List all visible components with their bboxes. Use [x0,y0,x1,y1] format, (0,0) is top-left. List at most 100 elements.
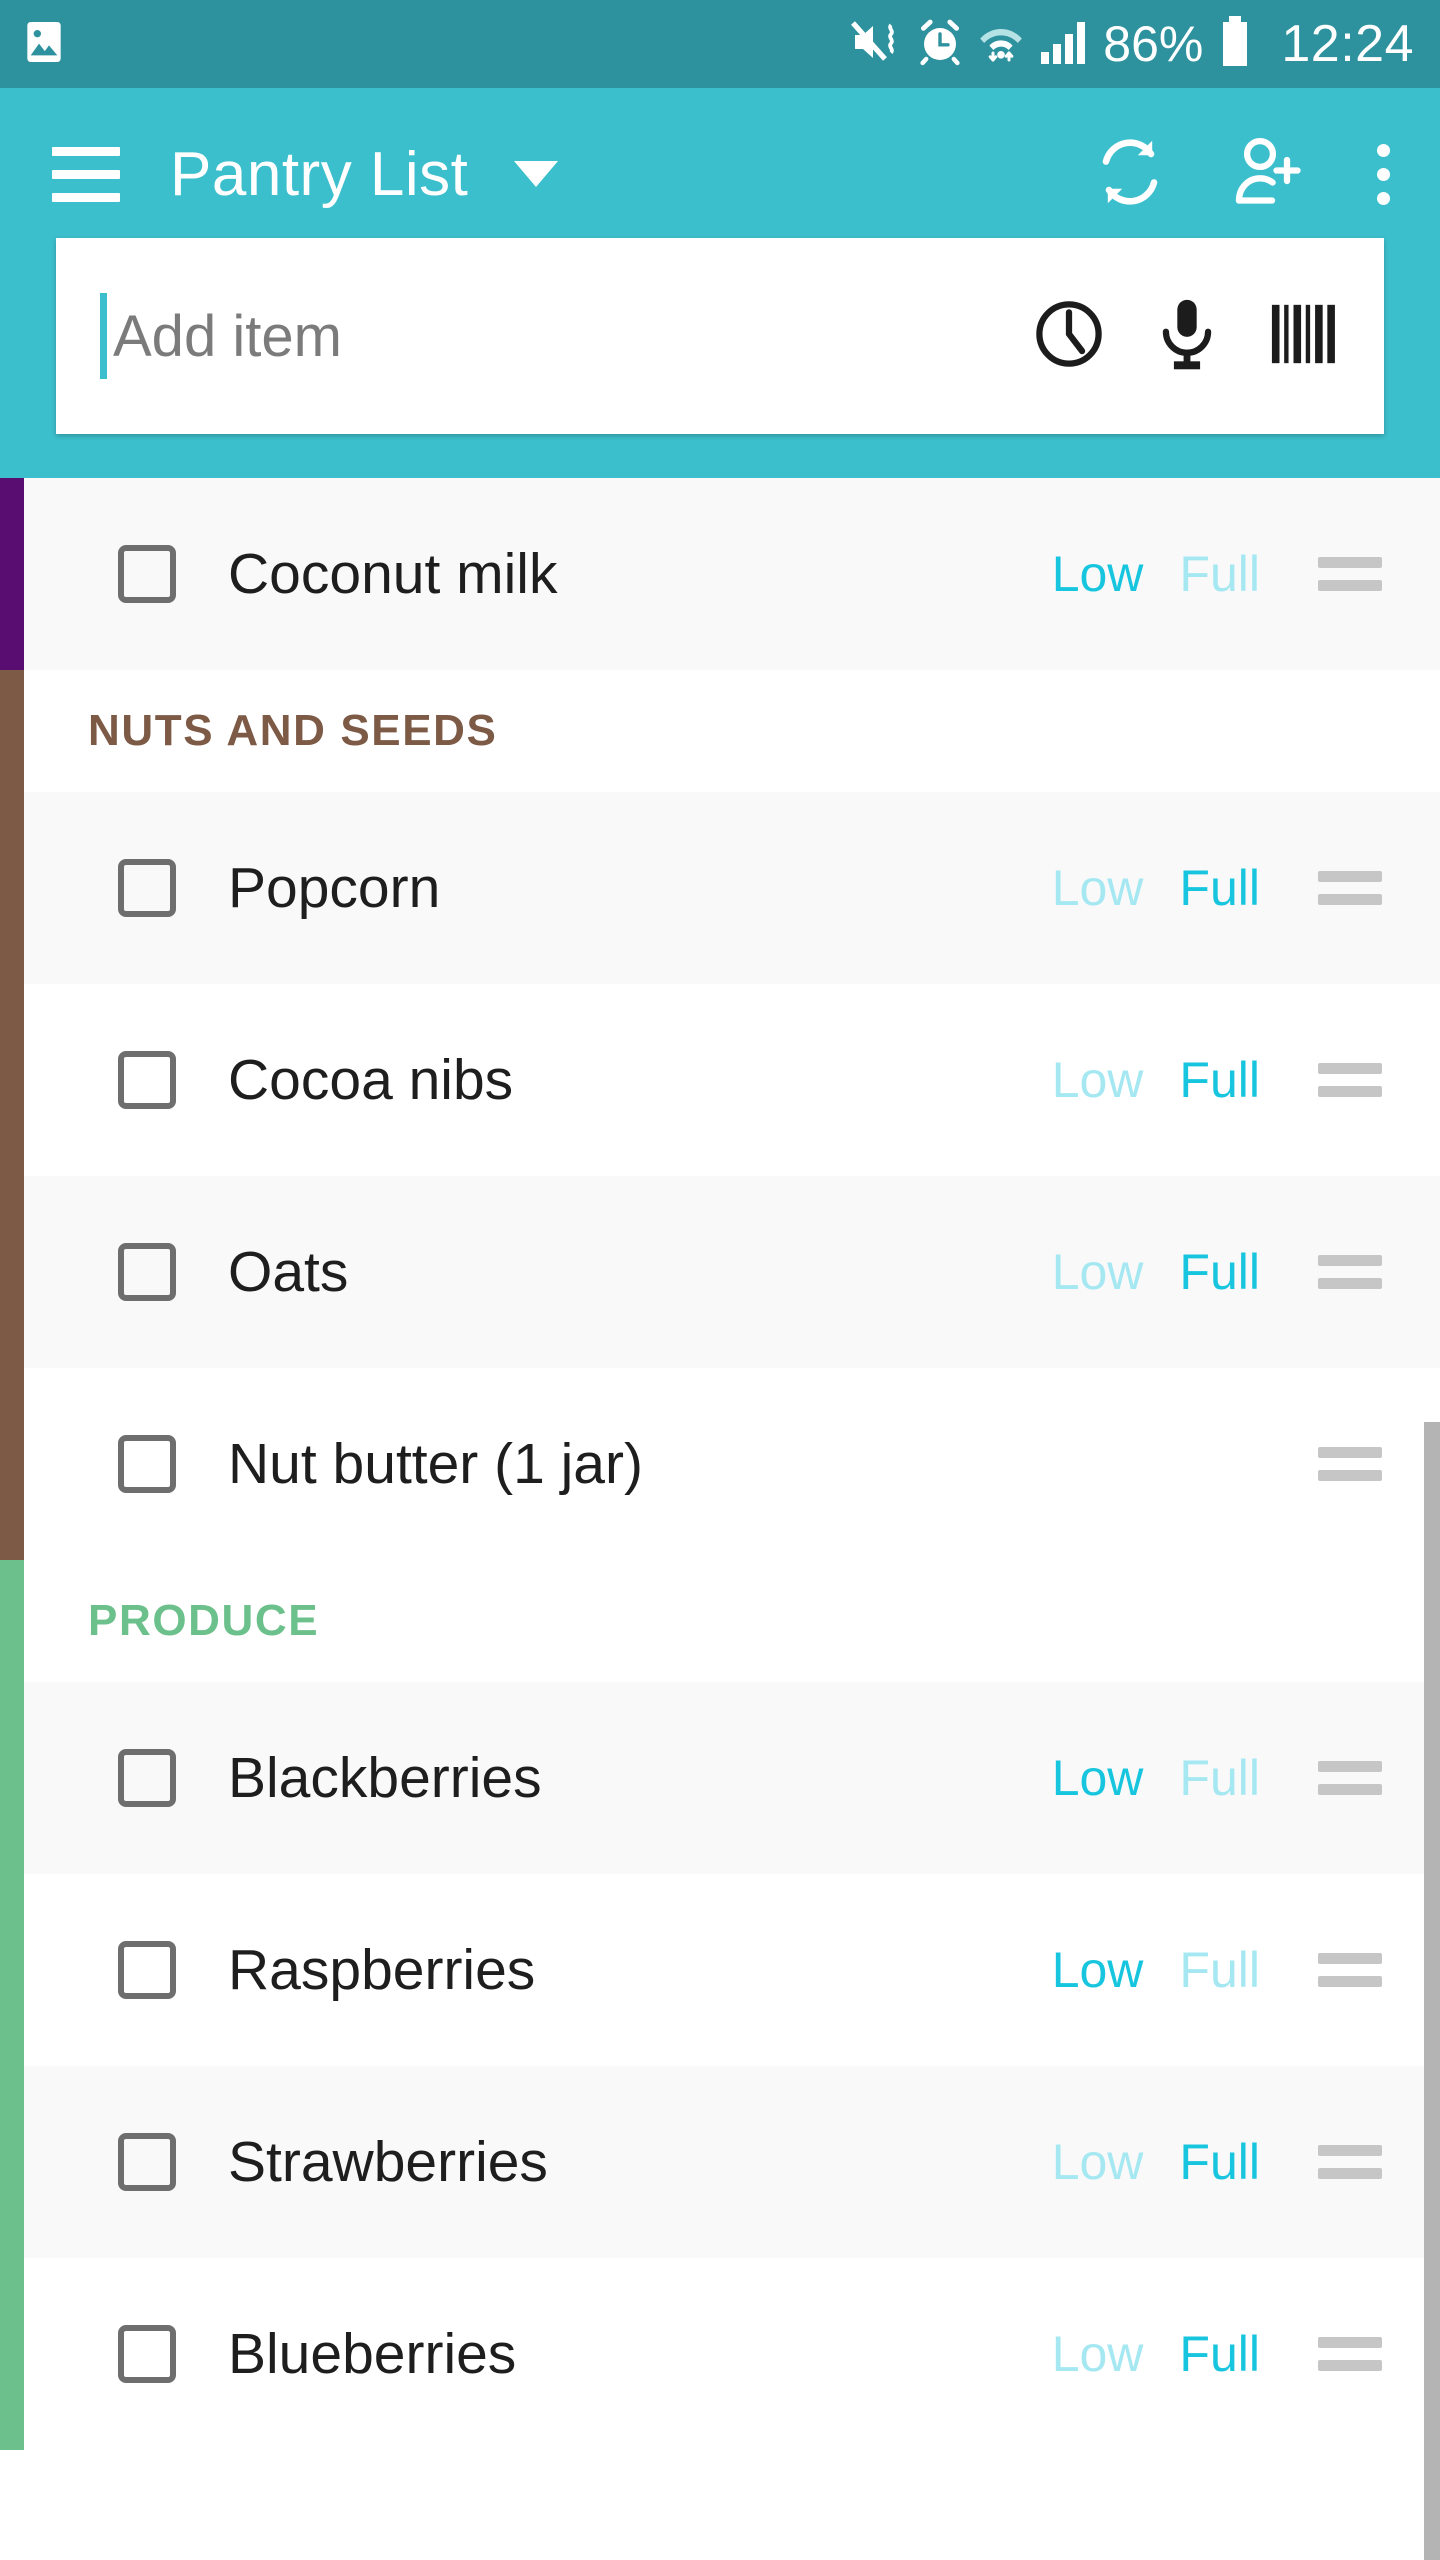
item-name-label: Strawberries [228,2130,548,2194]
battery-percent-label: 86% [1103,16,1204,72]
pantry-list: Coconut milk Low Full NUTS AND SEEDS Popcorn… [0,478,1440,2450]
overflow-menu-icon[interactable] [1363,140,1404,209]
item-checkbox[interactable] [118,859,176,917]
stock-level-toggle: Low Full [1052,1749,1260,1807]
drag-handle-icon[interactable] [1318,1255,1382,1289]
full-button[interactable]: Full [1179,2133,1260,2191]
item-name-label: Blueberries [228,2322,517,2386]
category-color-stripe [0,1368,24,1560]
stock-level-toggle: Low Full [1052,1051,1260,1109]
item-controls [1260,1447,1440,1481]
low-button[interactable]: Low [1052,859,1144,917]
stock-level-toggle: Low Full [1052,545,1260,603]
low-button[interactable]: Low [1052,545,1144,603]
barcode-icon[interactable] [1268,299,1340,374]
add-item-field[interactable]: Add item [56,238,1384,434]
full-button[interactable]: Full [1179,2325,1260,2383]
item-name-label: Oats [228,1240,349,1304]
alarm-clock-icon [917,18,963,71]
item-checkbox[interactable] [118,1243,176,1301]
status-bar-system-icons: 86% 12:24 [849,14,1414,74]
drag-handle-icon[interactable] [1318,2145,1382,2179]
list-item[interactable]: Nut butter (1 jar) [0,1368,1440,1560]
list-scrollbar[interactable] [1424,1422,1440,2560]
list-item[interactable]: Coconut milk Low Full [0,478,1440,670]
list-item[interactable]: Blueberries Low Full [0,2258,1440,2450]
item-controls: Low Full [1052,2325,1440,2383]
low-button[interactable]: Low [1052,1941,1144,1999]
item-controls: Low Full [1052,1243,1440,1301]
item-checkbox[interactable] [118,545,176,603]
drag-handle-icon[interactable] [1318,1761,1382,1795]
status-bar-clock: 12:24 [1281,15,1414,73]
full-button[interactable]: Full [1179,545,1260,603]
drag-handle-icon[interactable] [1318,1447,1382,1481]
battery-icon [1219,15,1251,73]
stock-level-toggle: Low Full [1052,859,1260,917]
item-checkbox[interactable] [118,1051,176,1109]
drag-handle-icon[interactable] [1318,1953,1382,1987]
sync-icon[interactable] [1091,133,1169,216]
chevron-down-icon[interactable] [514,161,559,187]
item-checkbox[interactable] [118,1941,176,1999]
list-item[interactable]: Oats Low Full [0,1176,1440,1368]
full-button[interactable]: Full [1179,1749,1260,1807]
add-person-icon[interactable] [1227,133,1305,216]
category-color-stripe [0,1560,24,1682]
low-button[interactable]: Low [1052,1243,1144,1301]
status-bar: 86% 12:24 [0,0,1440,88]
stock-level-toggle: Low Full [1052,1941,1260,1999]
low-button[interactable]: Low [1052,2133,1144,2191]
category-color-stripe [0,1682,24,1874]
list-item[interactable]: Cocoa nibs Low Full [0,984,1440,1176]
list-item[interactable]: Raspberries Low Full [0,1874,1440,2066]
add-item-actions [1032,297,1340,376]
drag-handle-icon[interactable] [1318,2337,1382,2371]
item-controls: Low Full [1052,1941,1440,1999]
item-checkbox[interactable] [118,1435,176,1493]
item-name-label: Raspberries [228,1938,536,2002]
list-section-header: NUTS AND SEEDS [0,670,1440,792]
category-color-stripe [0,670,24,792]
hamburger-menu-icon[interactable] [52,146,120,202]
item-controls: Low Full [1052,545,1440,603]
category-color-stripe [0,478,24,670]
drag-handle-icon[interactable] [1318,1063,1382,1097]
low-button[interactable]: Low [1052,1749,1144,1807]
full-button[interactable]: Full [1179,1243,1260,1301]
category-color-stripe [0,792,24,984]
image-icon [24,20,64,69]
item-controls: Low Full [1052,2133,1440,2191]
full-button[interactable]: Full [1179,1941,1260,1999]
section-header-label: PRODUCE [88,1596,320,1645]
list-item[interactable]: Strawberries Low Full [0,2066,1440,2258]
list-item[interactable]: Blackberries Low Full [0,1682,1440,1874]
page-title: Pantry List [170,139,469,209]
item-checkbox[interactable] [118,2133,176,2191]
item-controls: Low Full [1052,1749,1440,1807]
item-checkbox[interactable] [118,2325,176,2383]
low-button[interactable]: Low [1052,2325,1144,2383]
full-button[interactable]: Full [1179,1051,1260,1109]
app-bar: Pantry List Add item [0,88,1440,478]
item-checkbox[interactable] [118,1749,176,1807]
item-name-label: Blackberries [228,1746,542,1810]
category-color-stripe [0,2258,24,2450]
add-item-placeholder: Add item [113,303,342,369]
list-item[interactable]: Popcorn Low Full [0,792,1440,984]
low-button[interactable]: Low [1052,1051,1144,1109]
category-color-stripe [0,1176,24,1368]
drag-handle-icon[interactable] [1318,871,1382,905]
wifi-icon [977,18,1025,71]
app-bar-actions [1091,133,1404,216]
stock-level-toggle: Low Full [1052,2325,1260,2383]
microphone-icon[interactable] [1154,297,1220,376]
category-color-stripe [0,984,24,1176]
item-name-label: Nut butter (1 jar) [228,1432,643,1496]
history-clock-icon[interactable] [1032,297,1106,376]
drag-handle-icon[interactable] [1318,557,1382,591]
full-button[interactable]: Full [1179,859,1260,917]
text-cursor [100,293,107,379]
mute-vibrate-icon [849,17,903,72]
category-color-stripe [0,1874,24,2066]
